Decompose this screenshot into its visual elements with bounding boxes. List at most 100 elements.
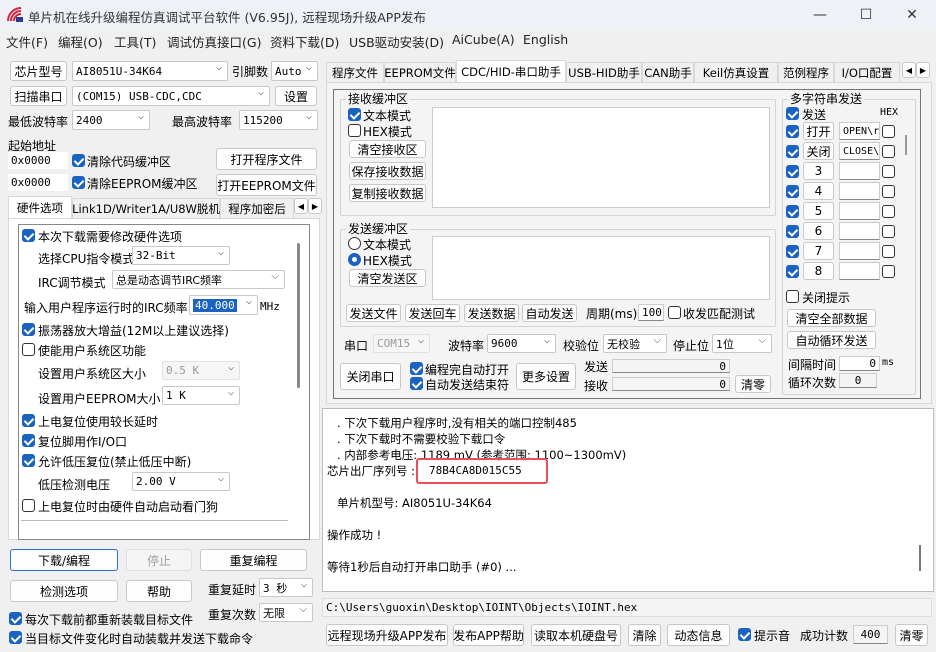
recv-text-mode-checkbox[interactable] — [348, 108, 361, 121]
multi-row-hex-checkbox[interactable] — [882, 185, 895, 198]
irc-freq-value[interactable]: 40.000 — [193, 298, 237, 312]
menu-program[interactable]: 编程(O) — [58, 32, 103, 51]
send-file-button[interactable]: 发送文件 — [346, 304, 401, 322]
cpu-mode-select[interactable]: 32-Bit — [132, 246, 230, 265]
clear-eeprom-checkbox[interactable] — [72, 176, 85, 189]
multi-row-checkbox[interactable] — [786, 225, 799, 238]
download-program-button[interactable]: 下载/编程 — [10, 549, 118, 571]
irc-freq-select[interactable]: 40.000 — [189, 295, 258, 315]
eeprom-size-select[interactable]: 1 K — [162, 386, 240, 405]
tab-scroll-right-icon[interactable]: ▶ — [308, 198, 322, 214]
multi-row-hex-checkbox[interactable] — [882, 145, 895, 158]
send-text-mode-radio[interactable] — [348, 237, 361, 250]
menu-aicube[interactable]: AiCube(A) — [452, 32, 515, 47]
tab-scroll-left-icon[interactable]: ◀ — [294, 198, 308, 214]
multi-row-checkbox[interactable] — [786, 165, 799, 178]
multi-row-checkbox[interactable] — [786, 265, 799, 278]
publish-app-button[interactable]: 远程现场升级APP发布 — [326, 624, 448, 646]
period-input[interactable]: 100 — [638, 304, 664, 321]
tab-examples[interactable]: 范例程序 — [778, 62, 834, 82]
serial-port-select[interactable]: COM15 — [373, 334, 430, 353]
tab-usb-hid[interactable]: USB-HID助手 — [566, 62, 642, 82]
tab-hardware-options[interactable]: 硬件选项 — [8, 196, 72, 218]
multi-row-hex-checkbox[interactable] — [882, 245, 895, 258]
open-program-file-button[interactable]: 打开程序文件 — [216, 148, 317, 170]
tab-encrypted-program[interactable]: 程序加密后 — [220, 198, 294, 218]
multi-row-send-button[interactable]: 关闭 — [803, 142, 834, 160]
repeat-count-select[interactable]: 无限 — [259, 603, 313, 622]
loop-count-input[interactable]: 0 — [839, 373, 877, 388]
baud-select[interactable]: 9600 — [487, 334, 556, 353]
menu-file[interactable]: 文件(F) — [6, 32, 48, 51]
reset-count-button[interactable]: 清零 — [895, 624, 928, 646]
copy-receive-button[interactable]: 复制接收数据 — [349, 184, 426, 202]
clear-all-data-button[interactable]: 清空全部数据 — [787, 309, 876, 327]
dynamic-info-button[interactable]: 动态信息 — [667, 624, 730, 646]
code-address-input[interactable]: 0x0000 — [8, 152, 68, 169]
tab-scroll-right-icon[interactable]: ▶ — [916, 62, 930, 78]
system-area-checkbox[interactable] — [22, 343, 35, 356]
multi-row-input[interactable] — [839, 222, 880, 240]
max-baud-select[interactable]: 115200 — [239, 110, 318, 130]
sound-checkbox[interactable] — [738, 628, 751, 641]
multi-row-checkbox[interactable] — [786, 185, 799, 198]
log-scrollbar[interactable] — [919, 545, 921, 571]
multi-row-input[interactable] — [839, 162, 880, 180]
clear-send-button[interactable]: 清空发送区 — [349, 269, 426, 287]
open-eeprom-file-button[interactable]: 打开EEPROM文件 — [216, 174, 317, 196]
repeat-program-button[interactable]: 重复编程 — [200, 549, 307, 571]
multi-row-send-button[interactable]: 4 — [803, 182, 834, 200]
more-settings-button[interactable]: 更多设置 — [516, 363, 576, 390]
low-voltage-select[interactable]: 2.00 V — [132, 472, 230, 491]
send-textarea[interactable] — [432, 236, 770, 300]
multi-row-input[interactable]: CLOSE\ — [839, 142, 880, 160]
multi-row-hex-checkbox[interactable] — [882, 165, 895, 178]
stop-bits-select[interactable]: 1位 — [712, 334, 772, 353]
menu-downloads[interactable]: 资料下载(D) — [270, 32, 339, 51]
low-voltage-reset-checkbox[interactable] — [22, 454, 35, 467]
auto-send-button[interactable]: 自动发送 — [522, 304, 577, 322]
menu-tools[interactable]: 工具(T) — [114, 32, 156, 51]
publish-help-button[interactable]: 发布APP帮助 — [453, 624, 524, 646]
multi-row-send-button[interactable]: 8 — [803, 262, 834, 280]
multi-row-send-button[interactable]: 5 — [803, 202, 834, 220]
chip-model-button[interactable]: 芯片型号 — [10, 61, 67, 81]
multi-row-input[interactable] — [839, 182, 880, 200]
send-enter-button[interactable]: 发送回车 — [405, 304, 460, 322]
match-test-checkbox[interactable] — [668, 306, 681, 319]
minimize-button[interactable]: — — [800, 4, 840, 26]
multi-row-checkbox[interactable] — [786, 205, 799, 218]
multi-row-input[interactable]: OPEN\r — [839, 122, 880, 140]
clear-log-button[interactable]: 清除 — [628, 624, 661, 646]
clear-counts-button[interactable]: 清零 — [735, 375, 771, 393]
osc-gain-checkbox[interactable] — [22, 323, 35, 336]
tab-scroll-left-icon[interactable]: ◀ — [902, 62, 916, 78]
clear-code-checkbox[interactable] — [72, 154, 85, 167]
pins-select[interactable]: Auto — [271, 61, 318, 81]
scan-port-button[interactable]: 扫描串口 — [10, 86, 67, 106]
multi-row-input[interactable] — [839, 262, 880, 280]
watchdog-checkbox[interactable] — [22, 499, 35, 512]
reset-io-checkbox[interactable] — [22, 434, 35, 447]
eeprom-address-input[interactable]: 0x0000 — [8, 174, 68, 191]
auto-load-checkbox[interactable] — [9, 631, 22, 644]
reload-file-checkbox[interactable] — [9, 612, 22, 625]
port-select[interactable]: (COM15) USB-CDC,CDC — [72, 86, 270, 106]
log-output[interactable]: . 下次下载用户程序时,没有相关的端口控制485 . 下次下载时不需要校验下载口… — [322, 408, 934, 592]
chip-model-select[interactable]: AI8051U-34K64 — [72, 61, 228, 81]
parity-select[interactable]: 无校验 — [603, 334, 667, 353]
read-disk-id-button[interactable]: 读取本机硬盘号 — [531, 624, 621, 646]
auto-open-checkbox[interactable] — [410, 362, 423, 375]
save-receive-button[interactable]: 保存接收数据 — [349, 162, 426, 180]
recv-hex-mode-checkbox[interactable] — [348, 124, 361, 137]
menu-debug[interactable]: 调试仿真接口(G) — [167, 32, 261, 51]
help-button[interactable]: 帮助 — [126, 580, 192, 602]
auto-loop-send-button[interactable]: 自动循环发送 — [787, 331, 876, 349]
multi-row-hex-checkbox[interactable] — [882, 225, 895, 238]
send-data-button[interactable]: 发送数据 — [464, 304, 519, 322]
multi-row-hex-checkbox[interactable] — [882, 205, 895, 218]
system-area-size-select[interactable]: 0.5 K — [162, 361, 240, 380]
multi-row-checkbox[interactable] — [786, 125, 799, 138]
multi-row-checkbox[interactable] — [786, 145, 799, 158]
menu-english[interactable]: English — [523, 32, 568, 47]
